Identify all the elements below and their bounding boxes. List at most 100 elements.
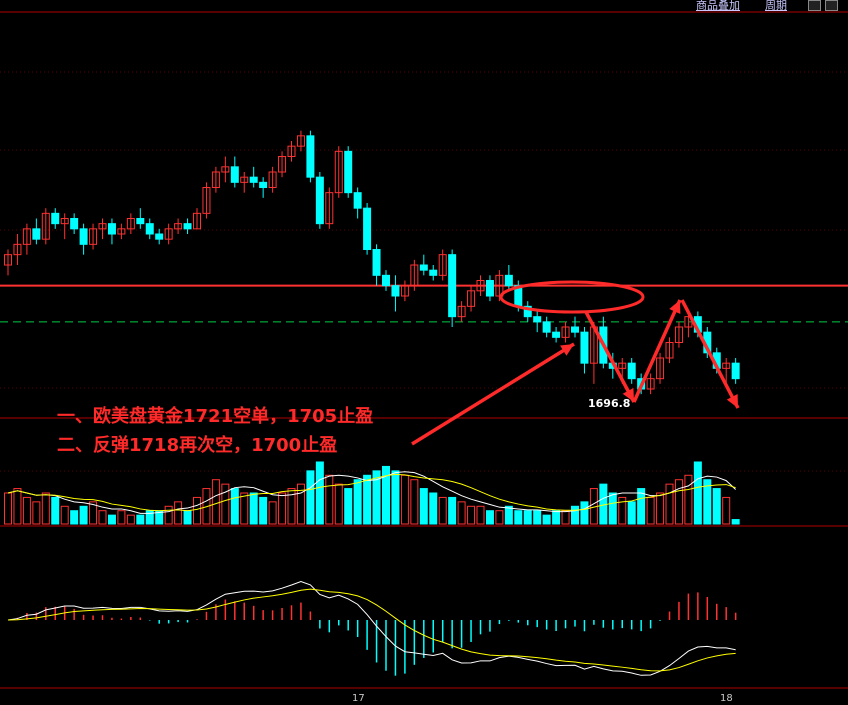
volume-bar [136, 514, 145, 525]
volume-bar [13, 488, 22, 525]
candle-body [372, 249, 381, 276]
candle-body [419, 264, 428, 271]
volume-bar [353, 479, 362, 525]
volume-bar [665, 483, 674, 525]
candle-body [429, 269, 438, 276]
volume-bar [542, 514, 551, 525]
candle-body [391, 285, 400, 297]
overlay-symbol-link[interactable]: 商品叠加 [696, 0, 740, 13]
volume-bar [400, 474, 409, 525]
volume-bar [467, 505, 476, 525]
volume-bar [325, 474, 334, 525]
candle-body [533, 316, 542, 323]
volume-bar [193, 496, 201, 525]
candle-body [183, 223, 192, 230]
volume-bar [552, 510, 561, 525]
x-tick-label: 18 [720, 693, 733, 704]
candle-body [353, 192, 362, 209]
candle-body [155, 233, 164, 240]
volume-bar [363, 474, 372, 525]
volume-bar [571, 505, 579, 525]
candle-body [306, 135, 315, 178]
volume-bar [221, 483, 230, 525]
chart-canvas: 17 18 1696.8 [0, 11, 848, 704]
candle-body [51, 212, 60, 225]
candle-body [448, 254, 457, 318]
macd-dif-line [7, 580, 736, 676]
volume-bar [722, 496, 731, 525]
candle-body [79, 228, 88, 245]
volume-bar [476, 505, 485, 525]
x-tick-label: 17 [352, 693, 365, 704]
volume-bar [712, 488, 721, 525]
volume-bar [429, 492, 438, 525]
candle-body [344, 150, 353, 194]
volume-bar [51, 496, 60, 525]
volume-bar [533, 510, 542, 525]
volume-bar [41, 492, 50, 525]
candle-body [249, 176, 258, 183]
volume-bar [278, 492, 287, 525]
grid-lines [0, 11, 848, 689]
restore-button[interactable] [825, 0, 838, 11]
volume-bar [627, 501, 636, 525]
volume-bar [693, 461, 702, 525]
annotation-line-2: 二、反弹1718再次空，1700止盈 [57, 435, 338, 456]
volume-bar [391, 470, 400, 525]
macd-dea-line [7, 588, 736, 672]
volume-bar [164, 505, 173, 525]
volume-bar [211, 479, 220, 525]
volume-bar [495, 510, 504, 525]
volume-bar [70, 510, 79, 525]
volume-bar [306, 470, 315, 525]
price-panel [0, 130, 848, 395]
candle-body [259, 181, 268, 188]
volume-bar [344, 488, 353, 525]
period-link[interactable]: 周期 [765, 0, 787, 13]
volume-bar [523, 510, 532, 525]
volume-bar [60, 505, 69, 525]
volume-bar [4, 492, 12, 525]
annotation-line-1: 一、欧美盘黄金1721空单，1705止盈 [57, 406, 374, 427]
volume-bar [646, 496, 655, 525]
volume-bar [580, 501, 589, 525]
candle-body [230, 166, 239, 183]
down-arrow [680, 299, 740, 409]
volume-bar [334, 483, 343, 525]
volume-bar [249, 492, 258, 525]
pointer-arrow [411, 342, 575, 446]
volume-bar [79, 505, 88, 525]
volume-bar [174, 501, 183, 525]
volume-bar [684, 474, 693, 525]
low-price-label: 1696.8 [588, 397, 630, 410]
down-arrow [584, 311, 636, 403]
candle-body [32, 228, 41, 240]
volume-bar [731, 519, 740, 525]
candle-body [485, 280, 494, 297]
volume-bar [608, 492, 617, 525]
volume-bar [419, 488, 428, 525]
volume-ma-line [7, 471, 736, 514]
volume-bar [561, 510, 570, 525]
candle-body [145, 223, 154, 235]
candle-body [731, 362, 740, 380]
volume-bar [22, 496, 31, 525]
candle-body [542, 321, 551, 333]
volume-bar [438, 496, 447, 525]
volume-bar [230, 488, 239, 525]
candle-body [571, 326, 579, 333]
candle-body [363, 207, 372, 251]
volume-bar [674, 479, 683, 525]
volume-bar [117, 510, 126, 525]
volume-bar [268, 501, 277, 525]
candle-body [107, 223, 116, 235]
volume-bar [32, 501, 41, 525]
minimize-button[interactable] [808, 0, 821, 11]
candle-body [552, 331, 561, 338]
volume-bar [126, 514, 135, 525]
volume-bar [656, 492, 665, 525]
candle-body [627, 362, 636, 380]
candle-body [382, 274, 390, 287]
volume-bar [98, 510, 107, 525]
volume-bar [259, 496, 268, 525]
